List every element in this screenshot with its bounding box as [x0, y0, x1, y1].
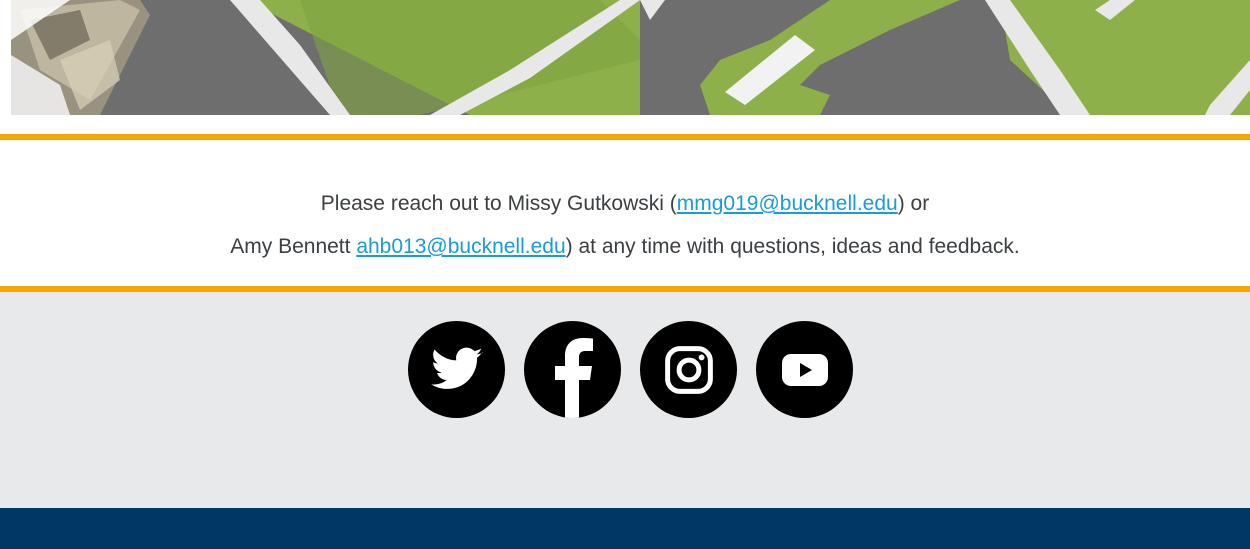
- contact-text: Please reach out to Missy Gutkowski (: [320, 192, 677, 215]
- youtube-icon: [781, 353, 828, 386]
- contact-line-1: Please reach out to Missy Gutkowski (mmg…: [0, 192, 1250, 216]
- contact-text: ) or: [897, 192, 930, 215]
- hero-map-image: [0, 0, 1250, 115]
- facebook-link[interactable]: [524, 321, 621, 418]
- aerial-map-illustration: [0, 0, 1250, 115]
- instagram-link[interactable]: [640, 321, 737, 418]
- email-link-missy[interactable]: mmg019@bucknell.edu: [677, 192, 898, 215]
- contact-text: Amy Bennett: [230, 235, 357, 258]
- email-link-amy[interactable]: ahb013@bucknell.edu: [356, 235, 565, 258]
- twitter-icon: [430, 347, 483, 389]
- contact-text: ) at any time with questions, ideas and …: [565, 235, 1020, 258]
- contact-section: Please reach out to Missy Gutkowski (mmg…: [0, 140, 1250, 286]
- youtube-link[interactable]: [756, 321, 853, 418]
- contact-line-2: Amy Bennett ahb013@bucknell.edu) at any …: [0, 235, 1250, 259]
- footer-band: [0, 508, 1250, 549]
- twitter-link[interactable]: [408, 321, 505, 418]
- social-icons-row: [408, 321, 853, 418]
- facebook-icon: [554, 338, 593, 418]
- instagram-icon: [664, 345, 713, 394]
- social-links-section: [0, 292, 1250, 508]
